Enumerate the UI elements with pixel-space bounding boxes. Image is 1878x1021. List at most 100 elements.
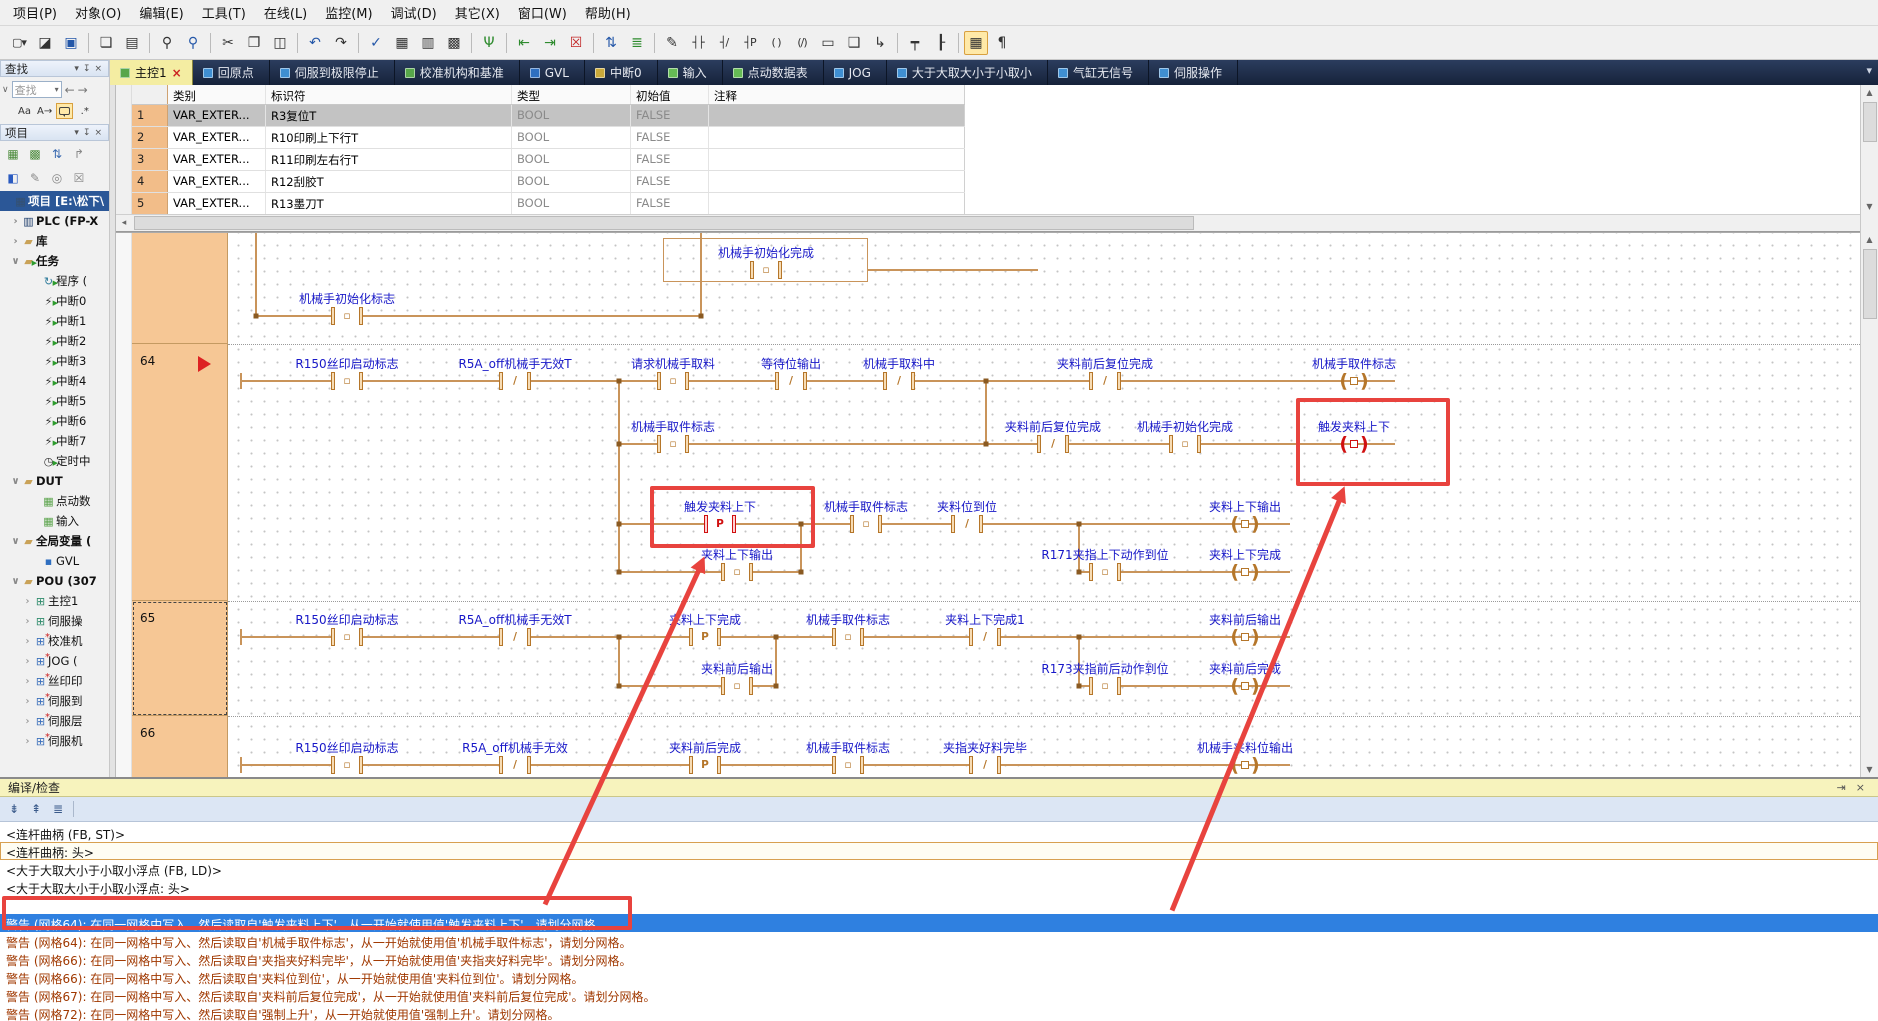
expander-icon[interactable]: ∨ [10,476,21,487]
pin-icon[interactable]: ↧ [81,128,93,138]
message-row[interactable]: 警告 (网格66): 在同一网格中写入、然后读取自'夹料位到位'，从一开始就使用… [0,968,1878,986]
tab-minmax-select[interactable]: 大于大取大小于小取小 [887,60,1048,85]
table-row[interactable]: 5 VAR_EXTER... R13墨刀T BOOL FALSE [132,193,965,215]
tab-gvl[interactable]: GVL [520,60,585,85]
contact-symbol[interactable]: ▫ [1169,435,1201,453]
scroll-up-icon[interactable]: ▲ [1862,85,1878,100]
add-dut-icon[interactable]: ▩ [26,145,44,163]
sort-icon[interactable]: ⇅ [48,145,66,163]
message-row[interactable]: 警告 (网格67): 在同一网格中写入、然后读取自'夹料前后复位完成'，从一开始… [0,986,1878,1004]
table-row[interactable]: 2 VAR_EXTER... R10印刷上下行T BOOL FALSE [132,127,965,149]
contact-symbol[interactable]: ▫ [657,372,689,390]
function-block-tool-icon[interactable]: ▭ [816,31,840,55]
add-pou-icon[interactable]: ▦ [4,145,22,163]
row-number-cell[interactable]: 4 [132,171,168,192]
tree-item[interactable]: › 伺服操 [0,611,109,631]
contact-symbol[interactable]: P [689,756,721,774]
scroll-down-icon[interactable]: ▼ [1862,762,1878,777]
type-cell[interactable]: BOOL [512,193,631,214]
tree-item[interactable]: › 伺服机 [0,731,109,751]
contact-symbol[interactable]: ▫ [721,677,753,695]
scroll-up-icon[interactable]: ▲ [1862,232,1878,247]
tab-cylinder-no-signal[interactable]: 气缸无信号 [1048,60,1149,85]
scroll-down-icon[interactable]: ▼ [1862,199,1878,214]
wire-horizontal-tool-icon[interactable]: ┯ [903,31,927,55]
message-row[interactable]: <大于大取大小于小取小浮点 (FB, LD)> [0,860,1878,878]
contact-symbol[interactable]: ▫ [750,261,782,279]
init-value-cell[interactable]: FALSE [631,149,709,170]
menu-monitor[interactable]: 监控(M) [316,0,381,26]
tab-close-icon[interactable]: × [172,66,182,80]
ladder-vertical-scrollbar[interactable]: ▲ ▼ [1860,232,1878,777]
message-row[interactable]: 警告 (网格64): 在同一网格中写入、然后读取自'触发夹料上下'，从一开始就使… [0,914,1878,932]
horizontal-scrollbar[interactable]: ◂ [116,214,1860,232]
contact-symbol[interactable]: ▫ [331,756,363,774]
separator[interactable] [593,33,594,53]
copy-messages-icon[interactable]: ⇞ [26,799,46,819]
tab-servo-operation[interactable]: 伺服操作 [1149,60,1238,85]
match-word-button[interactable]: A→ [36,103,53,119]
move-network-icon[interactable]: ⇅ [599,31,623,55]
expander-icon[interactable]: › [22,676,33,687]
network-number-cell[interactable]: 65 [132,601,228,716]
identifier-cell[interactable]: R12刮胶T [266,171,512,192]
view-item-icon[interactable]: ◎ [48,169,66,187]
tree-item[interactable]: 中断1 [0,311,109,331]
pin-icon[interactable]: ↧ [81,64,93,74]
tree-item[interactable]: › 校准机 [0,631,109,651]
new-item-icon[interactable]: ◧ [4,169,22,187]
comment-cell[interactable] [709,171,965,192]
row-number-cell[interactable]: 1 [132,105,168,126]
tree-item[interactable]: › 伺服层 [0,711,109,731]
comment-cell[interactable] [709,127,965,148]
redo-icon[interactable]: ↷ [329,31,353,55]
menu-debug[interactable]: 调试(D) [382,0,446,26]
message-row[interactable]: <连杆曲柄 (FB, ST)> [0,824,1878,842]
init-value-cell[interactable]: FALSE [631,171,709,192]
tree-item[interactable]: ∨ DUT [0,471,109,491]
comment-cell[interactable] [709,149,965,170]
open-project-icon[interactable]: ◪ [33,31,57,55]
category-cell[interactable]: VAR_EXTER... [168,105,266,126]
tab-maincontrol1[interactable]: 主控1 × [110,60,193,85]
contact-symbol[interactable]: / [1037,435,1069,453]
contact-p-tool-icon[interactable]: ┤P [738,31,762,55]
contact-symbol[interactable]: ▫ [832,628,864,646]
menu-help[interactable]: 帮助(H) [576,0,640,26]
contact-symbol[interactable]: P [704,515,736,533]
undo-icon[interactable]: ↶ [303,31,327,55]
table-vertical-scrollbar[interactable]: ▲ ▼ [1860,85,1878,214]
separator[interactable] [297,33,298,53]
expander-icon[interactable]: › [22,596,33,607]
scrollbar-thumb[interactable] [134,216,1194,230]
copy-icon[interactable]: ❐ [242,31,266,55]
menu-project[interactable]: 项目(P) [4,0,66,26]
wire-vertical-tool-icon[interactable]: ┠ [929,31,953,55]
contact-symbol[interactable]: ▫ [331,372,363,390]
contact-symbol[interactable]: / [883,372,915,390]
separator[interactable] [958,33,959,53]
coil-symbol[interactable]: () [1226,563,1264,581]
message-row[interactable] [0,896,1878,914]
expander-icon[interactable]: ∨ [10,536,21,547]
tab-jog-data-table[interactable]: 点动数据表 [723,60,824,85]
message-row[interactable]: 警告 (网格72): 在同一网格中写入、然后读取自'强制上升'，从一开始就使用值… [0,1004,1878,1021]
dock-splitter[interactable] [110,85,116,777]
save-project-icon[interactable]: ▣ [59,31,83,55]
tree-item[interactable]: GVL [0,551,109,571]
identifier-cell[interactable]: R3复位T [266,105,512,126]
tree-item[interactable]: 中断2 [0,331,109,351]
contact-symbol[interactable]: ▫ [1089,677,1121,695]
tab-input[interactable]: 输入 [658,60,723,85]
pencil-tool-icon[interactable]: ✎ [660,31,684,55]
menu-tools[interactable]: 工具(T) [193,0,255,26]
message-row[interactable]: <大于大取大小于小取小浮点: 头> [0,878,1878,896]
tree-item[interactable]: › 库 [0,231,109,251]
contact-symbol[interactable]: / [1089,372,1121,390]
edit-item-icon[interactable]: ✎ [26,169,44,187]
network-list-icon[interactable]: ≣ [625,31,649,55]
tree-item[interactable]: › 伺服到 [0,691,109,711]
tree-item[interactable]: 输入 [0,511,109,531]
find-in-files-icon[interactable]: ⚲ [181,31,205,55]
menu-others[interactable]: 其它(X) [446,0,509,26]
